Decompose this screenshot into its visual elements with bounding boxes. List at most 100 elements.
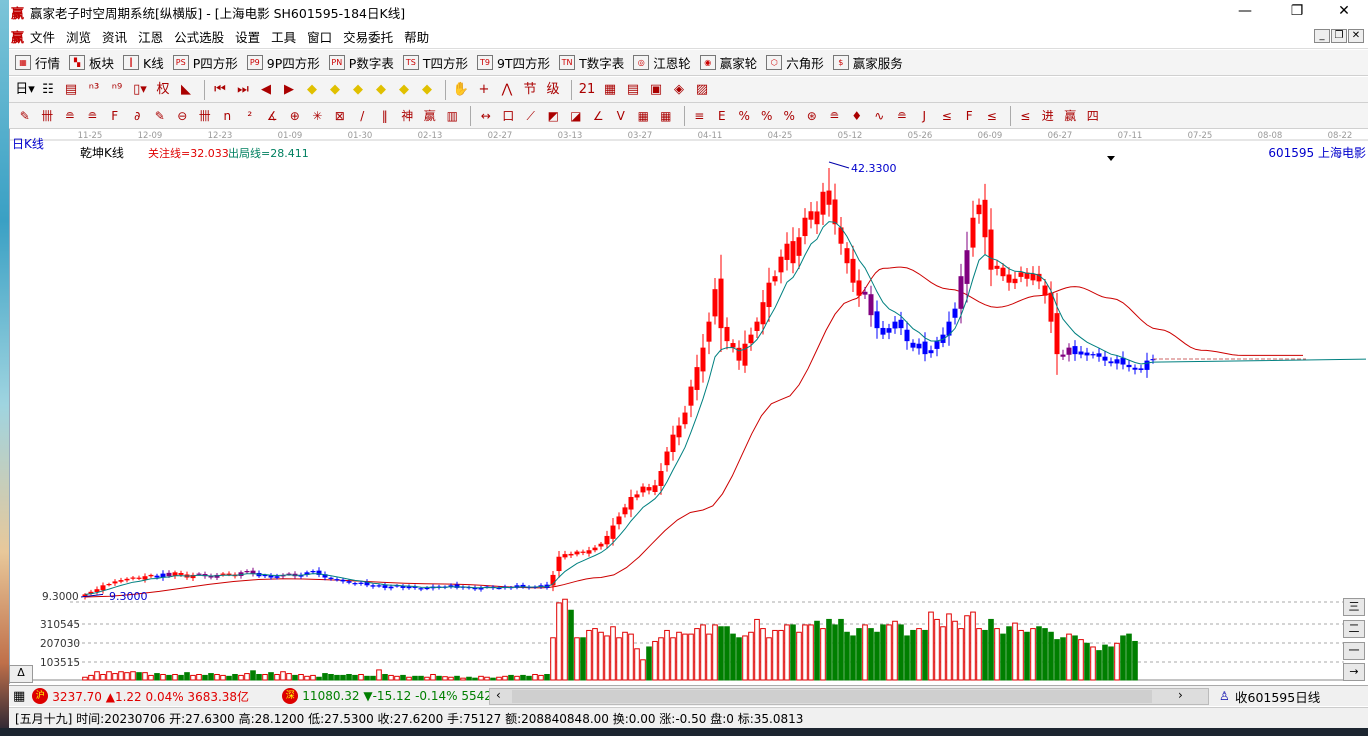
grid-fan2-icon[interactable]: ⟋ (521, 106, 541, 126)
indicator3-icon[interactable]: ⁿ³ (84, 80, 104, 100)
toolbar-button[interactable]: TN T数字表 (559, 53, 624, 72)
menu-item[interactable]: 交易委托 (343, 27, 393, 46)
scale-button[interactable]: 一 (1343, 642, 1365, 660)
grid-lines-icon[interactable]: 卌 (195, 106, 215, 126)
cycle-icon[interactable]: 级 (543, 80, 563, 100)
menu-item[interactable]: 帮助 (404, 27, 429, 46)
zoom-all-icon[interactable]: ◆ (394, 80, 414, 100)
taiji-icon[interactable]: 赢 (1061, 106, 1081, 126)
menu-item[interactable]: 窗口 (307, 27, 332, 46)
comb-icon[interactable]: 神 (398, 106, 418, 126)
winner-icon[interactable]: ‖ (375, 106, 395, 126)
pen2-icon[interactable]: ✎ (150, 106, 170, 126)
grid-fan-icon[interactable]: 口 (499, 106, 519, 126)
menu-item[interactable]: 工具 (271, 27, 296, 46)
weight-icon[interactable]: 权 (153, 80, 173, 100)
menu-item[interactable]: 江恩 (138, 27, 163, 46)
toolbar-button[interactable]: P9 9P四方形 (246, 53, 320, 72)
measure-icon[interactable]: 赢 (420, 106, 440, 126)
crosshair-icon[interactable]: + (474, 80, 494, 100)
toolbar-button[interactable]: ⬡ 六角形 (766, 53, 824, 72)
calendar-icon[interactable]: 21 (577, 80, 597, 100)
first-icon[interactable]: ⏮ (210, 80, 230, 100)
trend-icon[interactable]: ⋀ (497, 80, 517, 100)
infinity-icon[interactable]: 四 (1083, 106, 1103, 126)
notes-icon[interactable]: ▤ (61, 80, 81, 100)
gold-box-icon[interactable]: ♦ (847, 106, 867, 126)
mdi-minimize-button[interactable]: _ (1314, 29, 1330, 43)
toolbar-button[interactable]: ┃ K线 (123, 53, 164, 72)
advance-icon[interactable]: ≤ (937, 106, 957, 126)
report-icon[interactable]: ▤ (623, 80, 643, 100)
toolbar-button[interactable]: $ 赢家服务 (832, 53, 903, 72)
parallel-icon[interactable]: 卌 (38, 106, 58, 126)
toolbar-button[interactable]: ▦ 行情 (15, 53, 60, 72)
scale-button[interactable]: 三 (1343, 598, 1365, 616)
channel-icon[interactable]: ⊠ (330, 106, 350, 126)
menu-item[interactable]: 文件 (30, 27, 55, 46)
gold-circle-icon[interactable]: % (757, 106, 777, 126)
four-angle-icon[interactable]: ≤ (982, 106, 1002, 126)
gold-angle-icon[interactable]: J (915, 106, 935, 126)
circle-icon[interactable]: ⊖ (173, 106, 193, 126)
toolbar-button[interactable]: PN P数字表 (328, 53, 394, 72)
pen3-icon[interactable]: ⊛ (802, 106, 822, 126)
target-icon[interactable]: ∡ (263, 106, 283, 126)
horizontal-scrollbar[interactable]: ‹ › (489, 687, 1209, 705)
fan-icon[interactable]: ↔ (476, 106, 496, 126)
print-icon[interactable]: ▨ (692, 80, 712, 100)
ladder-icon[interactable]: ▦ (656, 106, 676, 126)
menu-item[interactable]: 浏览 (66, 27, 91, 46)
box-icon[interactable]: ▥ (443, 106, 463, 126)
scrollbar-thumb[interactable] (512, 689, 1152, 703)
sh-index[interactable]: 3237.70 ▲1.22 0.04% 3683.38亿 (52, 688, 272, 705)
parallel3-icon[interactable]: ▦ (634, 106, 654, 126)
scroll-right-button[interactable]: › (1178, 688, 1183, 702)
zoom-vertical-icon[interactable]: ◆ (417, 80, 437, 100)
toolbar-button[interactable]: ◉ 赢家轮 (699, 53, 757, 72)
gold-line2-icon[interactable]: ≘ (83, 106, 103, 126)
grid-red-icon[interactable]: ∠ (589, 106, 609, 126)
menu-item[interactable]: 资讯 (102, 27, 127, 46)
hand-icon[interactable]: ✋ (451, 80, 471, 100)
network-icon[interactable]: ◈ (669, 80, 689, 100)
shift-left-icon[interactable]: ◆ (302, 80, 322, 100)
toolbar-button[interactable]: TS T四方形 (402, 53, 468, 72)
percent-line-icon[interactable]: % (735, 106, 755, 126)
scale-button[interactable]: → (1343, 663, 1365, 681)
percent-icon[interactable]: E (712, 106, 732, 126)
color-flag-icon[interactable]: ◣ (176, 80, 196, 100)
pattern-icon[interactable]: ☷ (38, 80, 58, 100)
minimize-button[interactable]: — (1222, 0, 1268, 24)
period-day-icon[interactable]: 日▾ (15, 80, 35, 100)
menu-item[interactable]: 公式选股 (174, 27, 224, 46)
sz-index[interactable]: 11080.32 ▼-15.12 -0.14% 5542.38 (302, 689, 498, 703)
grid-red2-icon[interactable]: V (611, 106, 631, 126)
f-angle-icon[interactable]: ≘ (892, 106, 912, 126)
scale-button[interactable]: 二 (1343, 620, 1365, 638)
kline-chart[interactable]: 11-25 12-09 12-23 01-09 01-30 02-13 02-27 03-13… (9, 129, 1368, 684)
close-button[interactable]: ✕ (1321, 0, 1367, 24)
fib-icon[interactable]: F (105, 106, 125, 126)
spiral-icon[interactable]: ∂ (128, 106, 148, 126)
gold-line-icon[interactable]: ≘ (60, 106, 80, 126)
menu-item[interactable]: 设置 (235, 27, 260, 46)
candle-type-icon[interactable]: ▯▾ (130, 80, 150, 100)
save-icon[interactable]: ▣ (646, 80, 666, 100)
restore-button[interactable]: ❐ (1274, 0, 1320, 24)
winner-angle-icon[interactable]: F (960, 106, 980, 126)
toolbar-button[interactable]: T9 9T四方形 (476, 53, 550, 72)
percent-red-icon[interactable]: ≡ (690, 106, 710, 126)
square-icon[interactable]: ✳ (308, 106, 328, 126)
mdi-close-button[interactable]: ✕ (1348, 29, 1364, 43)
shift-right-icon[interactable]: ◆ (325, 80, 345, 100)
last-icon[interactable]: ⏭ (233, 80, 253, 100)
v-icon[interactable]: ◪ (566, 106, 586, 126)
chart-icon[interactable]: 进 (1038, 106, 1058, 126)
index-table-icon[interactable]: ▦ (13, 689, 25, 704)
toolbar-button[interactable]: ▚ 板块 (69, 53, 114, 72)
gold-line3-icon[interactable]: % (780, 106, 800, 126)
pen-icon[interactable]: ✎ (15, 106, 35, 126)
toggle-panel-button[interactable]: Δ (9, 665, 33, 683)
indicator9-icon[interactable]: ⁿ⁹ (107, 80, 127, 100)
